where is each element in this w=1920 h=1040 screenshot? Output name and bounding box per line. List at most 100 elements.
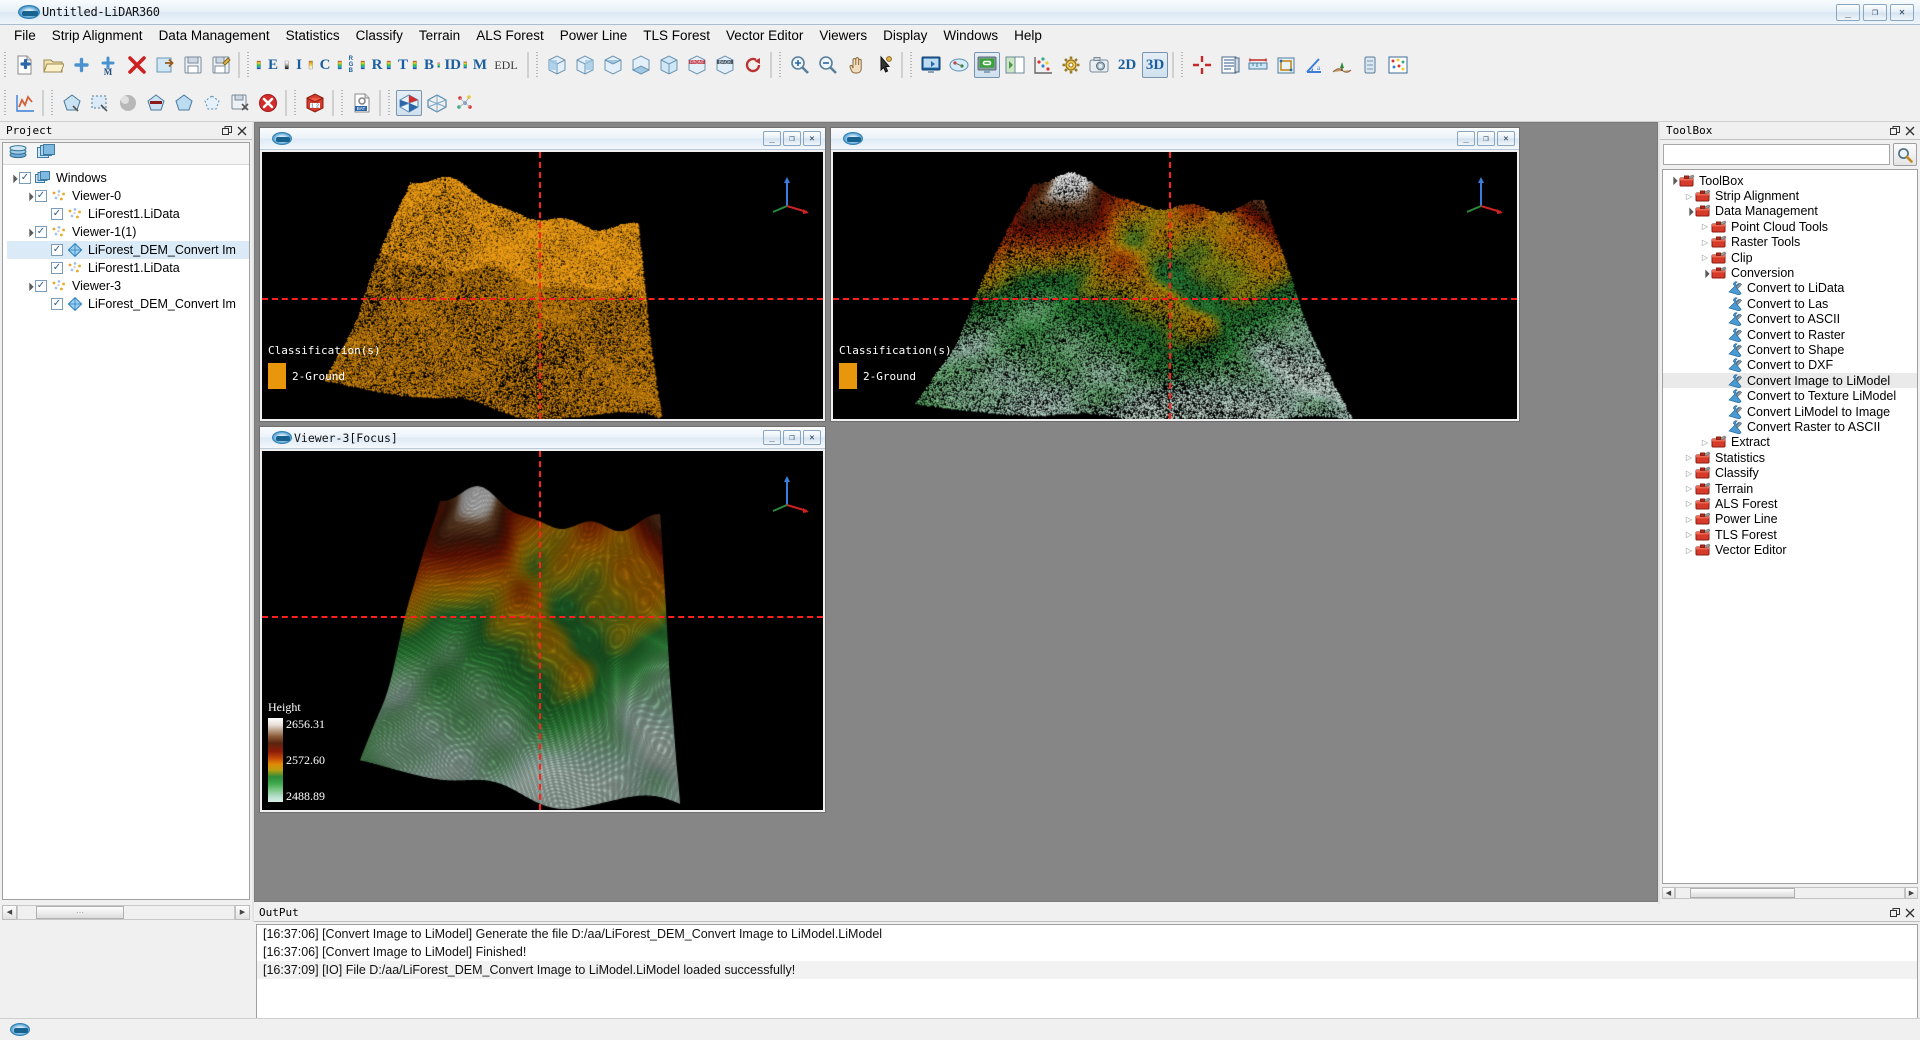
chevron-down-icon[interactable] <box>1683 207 1695 216</box>
viewer-3-titlebar[interactable]: Viewer-3[Focus] _ ❐ ✕ <box>260 427 825 449</box>
ramp-return-icon[interactable]: R <box>359 52 383 78</box>
float-icon[interactable] <box>1889 125 1900 136</box>
split-window-icon[interactable] <box>1002 52 1028 78</box>
menu-item-statistics[interactable]: Statistics <box>278 26 348 45</box>
ramp-icon[interactable]: E <box>255 52 279 78</box>
toolbox-tree-item[interactable]: Convert to Shape <box>1663 342 1917 357</box>
measure-height-icon[interactable] <box>1329 52 1355 78</box>
window-minimize-button[interactable]: _ <box>1836 3 1860 21</box>
toolbox-tree-item[interactable]: Convert to Raster <box>1663 327 1917 342</box>
viewer-0-close[interactable]: ✕ <box>803 131 821 146</box>
toolbar-grip[interactable] <box>245 52 252 78</box>
sphere-select-icon[interactable] <box>115 90 141 116</box>
menu-item-power-line[interactable]: Power Line <box>552 26 636 45</box>
toolbox-tree-item[interactable]: Terrain <box>1663 481 1917 496</box>
project-tree[interactable]: ✓ Windows ✓ Viewer-0 ✓ LiForest1.LiData ✓ Viewe… <box>3 165 249 899</box>
float-icon[interactable] <box>221 125 232 136</box>
pan-icon[interactable] <box>843 52 869 78</box>
polygon-select-icon[interactable] <box>59 90 85 116</box>
viewer-1-maximize[interactable]: ❐ <box>1477 131 1495 146</box>
viewer-3-maximize[interactable]: ❐ <box>783 430 801 445</box>
view-back-icon[interactable]: BACK <box>712 52 738 78</box>
points-icon[interactable] <box>452 90 478 116</box>
ramp-rgb-icon[interactable]: RGB <box>333 52 357 78</box>
viewer-0-canvas[interactable]: Classification(s) 2-Ground <box>262 152 823 419</box>
toolbox-tree-item[interactable]: Point Cloud Tools <box>1663 219 1917 234</box>
close-icon[interactable] <box>1904 125 1915 136</box>
toolbox-tree-item[interactable]: Data Management <box>1663 204 1917 219</box>
chart-icon[interactable] <box>12 90 38 116</box>
menu-item-terrain[interactable]: Terrain <box>411 26 468 45</box>
chevron-down-icon[interactable] <box>1699 269 1711 278</box>
snapshot-icon[interactable] <box>1086 52 1112 78</box>
chevron-down-icon[interactable] <box>7 174 19 183</box>
menu-item-vector-editor[interactable]: Vector Editor <box>718 26 811 45</box>
visibility-checkbox[interactable]: ✓ <box>51 298 63 310</box>
measure-length-icon[interactable] <box>1245 52 1271 78</box>
scatter-axes-icon[interactable] <box>1030 52 1056 78</box>
scroll-track[interactable] <box>1675 887 1905 899</box>
toolbar-grip[interactable] <box>777 52 784 78</box>
visibility-checkbox[interactable]: ✓ <box>35 280 47 292</box>
chevron-right-icon[interactable] <box>1683 192 1695 201</box>
save-selection-icon[interactable] <box>227 90 253 116</box>
toolbox-tree[interactable]: ToolBoxStrip AlignmentData ManagementPoi… <box>1662 169 1918 884</box>
window-close-button[interactable]: ✕ <box>1890 3 1914 21</box>
view-bottom-icon[interactable] <box>628 52 654 78</box>
menu-item-classify[interactable]: Classify <box>348 26 411 45</box>
layers-icon[interactable] <box>9 144 27 164</box>
toolbox-search-input[interactable] <box>1663 144 1890 165</box>
toolbox-tree-item[interactable]: Statistics <box>1663 450 1917 465</box>
menu-item-help[interactable]: Help <box>1006 26 1050 45</box>
menu-item-als-forest[interactable]: ALS Forest <box>468 26 552 45</box>
clip-polygon-icon[interactable] <box>199 90 225 116</box>
scroll-right-arrow[interactable]: ▶ <box>235 904 250 920</box>
tin-filled-icon[interactable] <box>396 89 422 116</box>
viewer-1-titlebar[interactable]: _ ❐ ✕ <box>831 128 1519 150</box>
window-maximize-button[interactable]: ❐ <box>1863 3 1887 21</box>
scroll-thumb[interactable] <box>1690 888 1795 898</box>
save-as-icon[interactable] <box>208 52 234 78</box>
view-3d-icon[interactable]: 3D <box>1142 52 1168 78</box>
chevron-right-icon[interactable] <box>1699 253 1711 262</box>
toolbox-tree-item[interactable]: Strip Alignment <box>1663 188 1917 203</box>
measure-volume-icon[interactable] <box>1357 52 1383 78</box>
search-icon[interactable] <box>1893 143 1917 166</box>
menu-item-file[interactable]: File <box>6 26 44 45</box>
ramp-class-icon[interactable]: C <box>307 52 331 78</box>
batch-123-icon[interactable]: 12 <box>302 90 328 116</box>
crosshair-icon[interactable] <box>1189 52 1215 78</box>
measure-angle-icon[interactable]: a <box>1301 52 1327 78</box>
chevron-right-icon[interactable] <box>1683 453 1695 462</box>
toolbox-tree-item[interactable]: Raster Tools <box>1663 235 1917 250</box>
chevron-down-icon[interactable] <box>23 282 35 291</box>
visibility-checkbox[interactable]: ✓ <box>35 226 47 238</box>
settings-gear-icon[interactable] <box>1058 52 1084 78</box>
visibility-checkbox[interactable]: ✓ <box>19 172 31 184</box>
toolbox-tree-item[interactable]: Conversion <box>1663 265 1917 280</box>
menu-item-display[interactable]: Display <box>875 26 935 45</box>
toolbox-tree-item[interactable]: Clip <box>1663 250 1917 265</box>
menu-item-tls-forest[interactable]: TLS Forest <box>635 26 718 45</box>
toolbox-tree-item[interactable]: Classify <box>1663 465 1917 480</box>
window-sync-icon[interactable] <box>918 52 944 78</box>
profile-icon[interactable] <box>1217 52 1243 78</box>
toolbar-grip[interactable] <box>386 89 393 116</box>
view-left-icon[interactable] <box>544 52 570 78</box>
menu-item-data-management[interactable]: Data Management <box>151 26 278 45</box>
clip-inside-icon[interactable] <box>143 90 169 116</box>
toolbox-horizontal-scrollbar[interactable]: ◀ ▶ <box>1662 886 1918 900</box>
view-front-icon[interactable]: FRONT <box>684 52 710 78</box>
scroll-track[interactable]: ⋯ <box>17 904 235 920</box>
viewer-1-minimize[interactable]: _ <box>1457 131 1475 146</box>
chevron-down-icon[interactable] <box>1667 176 1679 185</box>
view-right-icon[interactable] <box>572 52 598 78</box>
chevron-down-icon[interactable] <box>23 228 35 237</box>
project-tree-item[interactable]: ✓ LiForest_DEM_Convert Im <box>7 295 249 313</box>
viewer-0-minimize[interactable]: _ <box>763 131 781 146</box>
view-2d-icon[interactable]: 2D <box>1114 52 1140 78</box>
viewer-1-close[interactable]: ✕ <box>1497 131 1515 146</box>
toolbox-tree-item[interactable]: ToolBox <box>1663 173 1917 188</box>
open-folder-icon[interactable] <box>40 52 66 78</box>
add-data-icon[interactable] <box>68 52 94 78</box>
